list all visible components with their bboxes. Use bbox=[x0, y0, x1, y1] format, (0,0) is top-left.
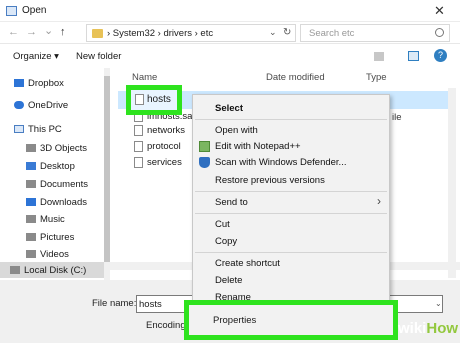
column-header-name[interactable]: Name bbox=[132, 72, 157, 83]
view-options-icon[interactable] bbox=[374, 52, 384, 61]
title-bar: Open ✕ bbox=[0, 0, 460, 22]
nav-item-dropbox[interactable]: Dropbox bbox=[14, 78, 64, 92]
file-type-text: ile bbox=[392, 112, 402, 123]
menu-item-select[interactable]: Select bbox=[215, 103, 243, 114]
nav-item-pictures[interactable]: Pictures bbox=[26, 232, 74, 246]
nav-item-3d-objects[interactable]: 3D Objects bbox=[26, 143, 87, 157]
menu-item-send-to[interactable]: Send to bbox=[215, 197, 248, 208]
address-bar[interactable]: › System32 › drivers › etc ⌄ ↻ bbox=[86, 24, 296, 42]
nav-item-videos[interactable]: Videos bbox=[26, 249, 69, 263]
file-name-value: hosts bbox=[139, 299, 162, 310]
folder-icon bbox=[92, 29, 103, 38]
command-bar: Organize ▾ New folder ? bbox=[0, 44, 460, 68]
menu-item-create-shortcut[interactable]: Create shortcut bbox=[215, 258, 280, 269]
music-icon bbox=[26, 215, 36, 224]
menu-item-edit-notepad[interactable]: Edit with Notepad++ bbox=[215, 141, 301, 152]
drive-icon bbox=[10, 266, 20, 274]
file-row-protocol[interactable]: protocol bbox=[134, 141, 181, 157]
nav-item-downloads[interactable]: Downloads bbox=[26, 197, 87, 211]
menu-item-properties[interactable]: Properties bbox=[184, 300, 398, 340]
window-title: Open bbox=[22, 5, 47, 16]
file-row-networks[interactable]: networks bbox=[134, 125, 185, 141]
desktop-icon bbox=[26, 162, 36, 171]
file-icon bbox=[134, 125, 143, 136]
menu-item-restore-versions[interactable]: Restore previous versions bbox=[215, 175, 325, 186]
preview-pane-icon[interactable] bbox=[408, 51, 419, 61]
new-folder-button[interactable]: New folder bbox=[76, 51, 121, 62]
nav-scrollbar[interactable] bbox=[104, 68, 110, 280]
address-row: ← → ⌄ ↑ › System32 › drivers › etc ⌄ ↻ S… bbox=[0, 22, 460, 44]
forward-button[interactable]: → bbox=[26, 26, 37, 38]
search-box[interactable]: Search etc bbox=[300, 24, 450, 42]
nav-item-this-pc[interactable]: This PC bbox=[14, 124, 62, 138]
menu-item-scan-defender[interactable]: Scan with Windows Defender... bbox=[215, 157, 346, 168]
menu-separator bbox=[195, 213, 387, 214]
refresh-button[interactable]: ↻ bbox=[283, 27, 291, 38]
shield-icon bbox=[199, 157, 210, 168]
nav-item-documents[interactable]: Documents bbox=[26, 179, 88, 193]
notepad-plus-plus-icon bbox=[199, 141, 210, 152]
recent-locations-button[interactable]: ⌄ bbox=[44, 24, 53, 37]
help-button[interactable]: ? bbox=[434, 49, 447, 62]
close-button[interactable]: ✕ bbox=[434, 3, 445, 19]
menu-item-open-with[interactable]: Open with bbox=[215, 125, 258, 136]
onedrive-icon bbox=[14, 101, 24, 110]
properties-label: Properties bbox=[213, 315, 257, 326]
videos-icon bbox=[26, 250, 36, 259]
file-name-hosts: hosts bbox=[147, 94, 171, 105]
file-row-services[interactable]: services bbox=[134, 157, 182, 173]
wikihow-logo: wikiHow bbox=[398, 320, 459, 337]
computer-icon bbox=[14, 125, 24, 134]
nav-item-music[interactable]: Music bbox=[26, 214, 65, 228]
organize-button[interactable]: Organize ▾ bbox=[13, 51, 59, 62]
file-row-hosts[interactable]: hosts bbox=[126, 85, 182, 115]
column-header-date[interactable]: Date modified bbox=[266, 72, 325, 83]
nav-item-desktop[interactable]: Desktop bbox=[26, 161, 75, 175]
encoding-label: Encoding bbox=[146, 320, 186, 331]
menu-item-copy[interactable]: Copy bbox=[215, 236, 237, 247]
menu-separator bbox=[195, 191, 387, 192]
file-list-scrollbar[interactable] bbox=[448, 88, 456, 278]
up-button[interactable]: ↑ bbox=[60, 26, 66, 38]
back-button[interactable]: ← bbox=[8, 26, 19, 38]
file-icon bbox=[134, 141, 143, 152]
file-icon bbox=[134, 157, 143, 168]
file-icon bbox=[135, 94, 144, 105]
breadcrumb[interactable]: › System32 › drivers › etc bbox=[107, 28, 213, 39]
3d-objects-icon bbox=[26, 144, 36, 153]
downloads-icon bbox=[26, 198, 36, 207]
nav-scrollbar-thumb[interactable] bbox=[104, 76, 110, 266]
menu-item-cut[interactable]: Cut bbox=[215, 219, 230, 230]
documents-icon bbox=[26, 180, 36, 189]
menu-separator bbox=[195, 119, 387, 120]
dropbox-icon bbox=[14, 79, 24, 88]
menu-separator bbox=[195, 252, 387, 253]
column-header-type[interactable]: Type bbox=[366, 72, 387, 83]
context-menu: Select Open with Edit with Notepad++ Sca… bbox=[192, 94, 390, 308]
search-input[interactable]: Search etc bbox=[309, 28, 354, 39]
window-icon bbox=[6, 6, 17, 16]
menu-item-delete[interactable]: Delete bbox=[215, 275, 242, 286]
file-name-dropdown-button[interactable]: ⌄ bbox=[435, 299, 442, 308]
nav-item-local-disk[interactable]: Local Disk (C:) bbox=[0, 262, 104, 278]
nav-item-onedrive[interactable]: OneDrive bbox=[14, 100, 68, 114]
file-name-label: File name: bbox=[92, 298, 137, 309]
address-dropdown-button[interactable]: ⌄ bbox=[269, 27, 277, 38]
chevron-right-icon: › bbox=[377, 194, 381, 208]
pictures-icon bbox=[26, 233, 36, 242]
search-icon bbox=[435, 28, 444, 37]
